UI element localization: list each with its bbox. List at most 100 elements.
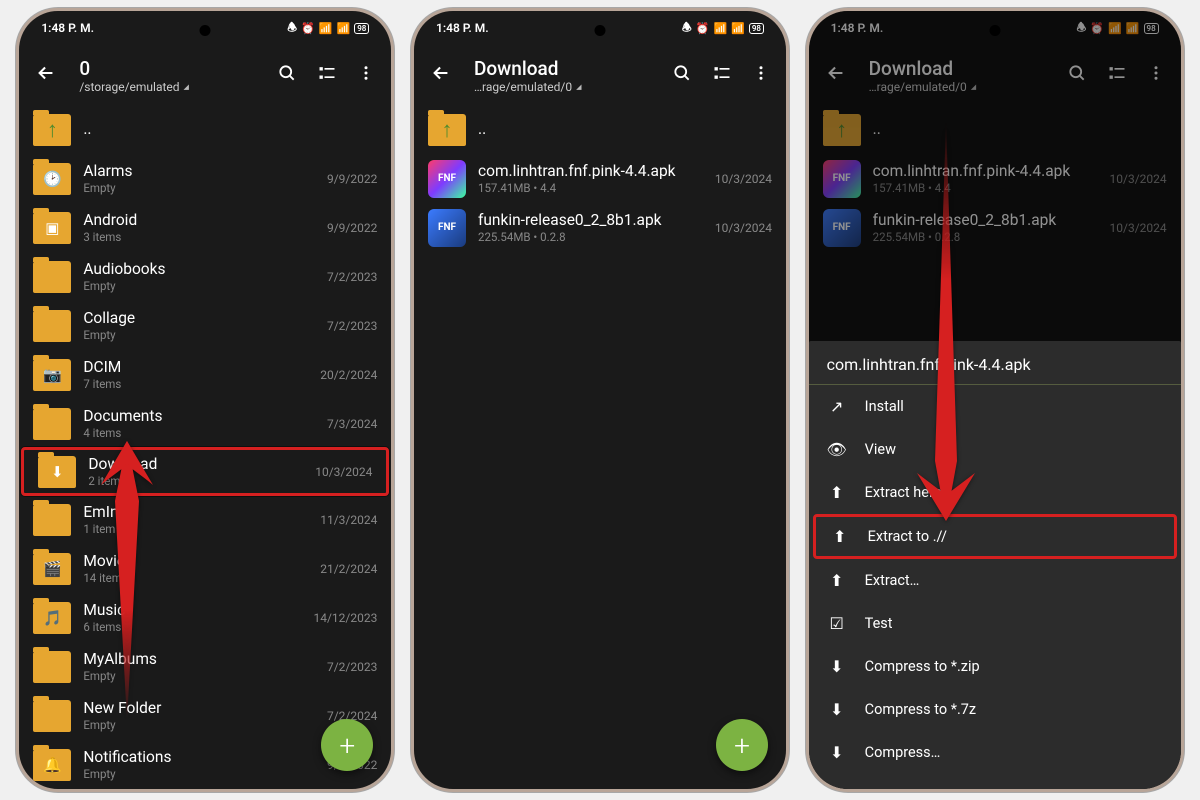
- folder-row[interactable]: Documents 4 items 7/3/2024: [19, 399, 391, 448]
- search-icon[interactable]: [672, 63, 692, 87]
- file-date: 10/3/2024: [715, 221, 772, 235]
- folder-name: Movies: [83, 552, 320, 571]
- status-icons: 🕭⏰📶📶 98: [1077, 19, 1159, 38]
- folder-meta: 1 item: [83, 522, 320, 536]
- menu-item-label: Compress to *.zip: [865, 658, 980, 675]
- folder-meta: Empty: [83, 279, 327, 293]
- folder-row[interactable]: MyAlbums Empty 7/2/2023: [19, 642, 391, 691]
- folder-row[interactable]: 🕑 Alarms Empty 9/9/2022: [19, 154, 391, 203]
- breadcrumb: /storage/emulated: [79, 80, 277, 94]
- folder-icon: 📷: [33, 359, 71, 391]
- folder-date: 7/3/2024: [327, 417, 377, 431]
- search-icon[interactable]: [1067, 63, 1087, 87]
- folder-meta: Empty: [83, 669, 327, 683]
- context-menu: com.linhtran.fnf.pink-4.4.apk ↗ Install👁…: [809, 341, 1181, 789]
- file-name: funkin-release0_2_8b1.apk: [478, 211, 715, 230]
- folder-date: 7/2/2023: [327, 270, 377, 284]
- menu-item[interactable]: ⬆ Extract…: [809, 559, 1181, 602]
- folder-name: Android: [83, 211, 327, 230]
- view-icon[interactable]: [712, 63, 732, 87]
- up-row[interactable]: ↑ ..: [414, 105, 786, 154]
- folder-row[interactable]: 🎵 Music 6 items 14/12/2023: [19, 593, 391, 642]
- app-bar: 0 /storage/emulated: [19, 45, 391, 105]
- back-button[interactable]: [430, 62, 454, 88]
- menu-item[interactable]: ⬆ Extract to .//: [813, 514, 1177, 559]
- menu-item-label: Compress…: [865, 744, 941, 761]
- menu-item[interactable]: ⬇ Compress to *.zip: [809, 645, 1181, 688]
- folder-date: 7/2/2023: [327, 660, 377, 674]
- menu-item[interactable]: 👁 View: [809, 428, 1181, 471]
- menu-item[interactable]: ☑ Test: [809, 602, 1181, 645]
- menu-item[interactable]: ⬇ Compress to *.7z: [809, 688, 1181, 731]
- page-title: 0: [79, 57, 277, 80]
- clock: 1:48 P. M.: [831, 21, 884, 35]
- add-fab[interactable]: +: [321, 719, 373, 771]
- apk-icon: FNF: [428, 160, 466, 198]
- menu-item[interactable]: ↗ Install: [809, 385, 1181, 428]
- menu-item-icon: 👁: [827, 440, 847, 459]
- file-row[interactable]: FNF funkin-release0_2_8b1.apk 225.54MB0.…: [414, 203, 786, 252]
- folder-name: MyAlbums: [83, 650, 327, 669]
- file-name: funkin-release0_2_8b1.apk: [873, 211, 1110, 230]
- page-title: Download: [474, 57, 672, 80]
- menu-item-icon: ⬇: [827, 743, 847, 762]
- folder-name: Documents: [83, 407, 327, 426]
- folder-row[interactable]: EmInfo 1 item 11/3/2024: [19, 495, 391, 544]
- folder-row[interactable]: ⬇ Download 2 items 10/3/2024: [21, 447, 389, 496]
- view-icon[interactable]: [1107, 63, 1127, 87]
- add-fab[interactable]: +: [716, 719, 768, 771]
- overflow-icon[interactable]: [752, 63, 770, 87]
- search-icon[interactable]: [277, 63, 297, 87]
- up-icon: ↑: [33, 114, 71, 146]
- view-icon[interactable]: [317, 63, 337, 87]
- context-menu-title: com.linhtran.fnf.pink-4.4.apk: [809, 341, 1181, 385]
- menu-item[interactable]: ⬆ Extract here: [809, 471, 1181, 514]
- folder-name: Audiobooks: [83, 260, 327, 279]
- overflow-icon[interactable]: [357, 63, 375, 87]
- menu-item-icon: ⬆: [827, 483, 847, 502]
- folder-row[interactable]: Audiobooks Empty 7/2/2023: [19, 252, 391, 301]
- folder-date: 21/2/2024: [320, 562, 377, 576]
- menu-item-label: Extract…: [865, 572, 920, 589]
- folder-name: Notifications: [83, 748, 327, 767]
- page-title: Download: [869, 57, 1067, 80]
- menu-item[interactable]: ⬇ Compress…: [809, 731, 1181, 774]
- title-block[interactable]: Download …rage/emulated/0: [454, 57, 672, 94]
- file-row[interactable]: FNF funkin-release0_2_8b1.apk 225.54MB0.…: [809, 203, 1181, 252]
- overflow-icon[interactable]: [1147, 63, 1165, 87]
- folder-name: Music: [83, 601, 313, 620]
- folder-row[interactable]: 🎬 Movies 14 items 21/2/2024: [19, 544, 391, 593]
- up-row[interactable]: ↑ ..: [19, 105, 391, 154]
- folder-icon: [33, 700, 71, 732]
- folder-date: 9/9/2022: [327, 172, 377, 186]
- file-name: com.linhtran.fnf.pink-4.4.apk: [873, 162, 1110, 181]
- folder-date: 9/9/2022: [327, 221, 377, 235]
- breadcrumb: …rage/emulated/0: [474, 80, 672, 94]
- folder-icon: 🕑: [33, 163, 71, 195]
- title-block[interactable]: 0 /storage/emulated: [59, 57, 277, 94]
- phone-3: 1:48 P. M. 🕭⏰📶📶 98 Download …rage/emulat…: [806, 8, 1184, 792]
- file-list: ↑ .. FNF com.linhtran.fnf.pink-4.4.apk 1…: [414, 105, 786, 789]
- app-bar: Download …rage/emulated/0: [809, 45, 1181, 105]
- folder-meta: 2 items: [88, 474, 315, 488]
- back-button[interactable]: [35, 62, 59, 88]
- folder-meta: Empty: [83, 328, 327, 342]
- camera-notch: [989, 25, 1000, 36]
- folder-name: EmInfo: [83, 503, 320, 522]
- menu-item-label: Test: [865, 615, 893, 632]
- file-row[interactable]: FNF com.linhtran.fnf.pink-4.4.apk 157.41…: [809, 154, 1181, 203]
- title-block[interactable]: Download …rage/emulated/0: [849, 57, 1067, 94]
- menu-item-icon: ↗: [827, 397, 847, 416]
- back-button[interactable]: [825, 62, 849, 88]
- file-row[interactable]: FNF com.linhtran.fnf.pink-4.4.apk 157.41…: [414, 154, 786, 203]
- folder-meta: 6 items: [83, 620, 313, 634]
- folder-row[interactable]: 📷 DCIM 7 items 20/2/2024: [19, 350, 391, 399]
- file-date: 10/3/2024: [715, 172, 772, 186]
- folder-row[interactable]: ▣ Android 3 items 9/9/2022: [19, 203, 391, 252]
- folder-date: 20/2/2024: [320, 368, 377, 382]
- file-date: 10/3/2024: [1110, 221, 1167, 235]
- folder-row[interactable]: Collage Empty 7/2/2023: [19, 301, 391, 350]
- folder-name: Download: [88, 455, 315, 474]
- up-icon: ↑: [823, 114, 861, 146]
- up-row[interactable]: ↑ ..: [809, 105, 1181, 154]
